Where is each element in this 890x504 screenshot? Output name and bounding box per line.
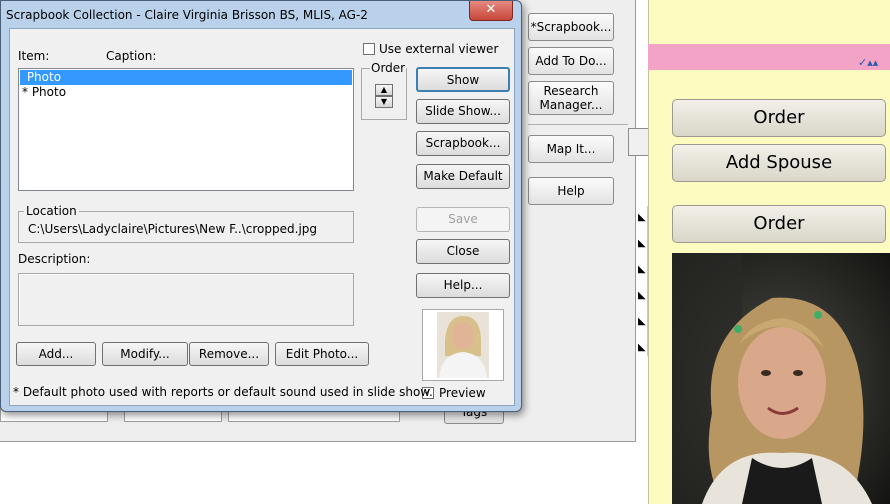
list-item[interactable]: * Photo (20, 85, 352, 100)
portrait-image (672, 253, 890, 504)
scrapbook-button[interactable]: Scrapbook... (416, 131, 510, 156)
edit-photo-button[interactable]: Edit Photo... (275, 342, 369, 366)
bg-research-manager-button[interactable]: Research Manager... (528, 81, 614, 115)
list-item-text: Photo (23, 70, 62, 84)
scrapbook-dialog: Scrapbook Collection - Claire Virginia B… (0, 0, 522, 412)
order-button-2[interactable]: Order (672, 205, 886, 243)
order-down-button[interactable]: ▼ (375, 96, 393, 108)
list-item-selected[interactable]: Photo (20, 70, 352, 85)
help-button[interactable]: Help... (416, 273, 510, 298)
portrait-photo (672, 253, 890, 504)
bg-small-box (628, 128, 650, 156)
add-spouse-button[interactable]: Add Spouse (672, 144, 886, 182)
make-default-button[interactable]: Make Default (416, 164, 510, 189)
bg-divider (528, 124, 628, 125)
down-arrow-icon: ▼ (380, 97, 388, 106)
slide-show-button[interactable]: Slide Show... (416, 99, 510, 124)
checkmark-icon: ✓▴▴ (858, 56, 879, 69)
close-button[interactable]: Close (416, 239, 510, 264)
order-1-label: Order (753, 107, 805, 128)
tick-icon: ◣ (638, 290, 646, 301)
order-button-1[interactable]: Order (672, 99, 886, 137)
save-button[interactable]: Save (416, 207, 510, 232)
pink-bar (648, 44, 890, 70)
preview-image (437, 312, 489, 378)
tick-icon: ◣ (638, 212, 646, 223)
add-spouse-label: Add Spouse (725, 152, 833, 173)
remove-button[interactable]: Remove... (189, 342, 269, 366)
bg-scrapbook-button[interactable]: *Scrapbook... (528, 13, 614, 41)
up-arrow-icon: ▲ (380, 85, 388, 94)
order-up-button[interactable]: ▲ (375, 84, 393, 96)
close-icon[interactable]: ✕ (469, 1, 513, 21)
list-item-text: * Photo (22, 85, 67, 99)
bg-map-it-button[interactable]: Map It... (528, 135, 614, 163)
item-header: Item: (18, 49, 50, 63)
items-list[interactable]: Photo * Photo (18, 68, 354, 191)
bg-research-line1: Research (543, 84, 599, 98)
bg-help-button[interactable]: Help (528, 177, 614, 205)
dialog-client-area: Item: Caption: Photo * Photo Use externa… (9, 28, 515, 406)
order-group-label: Order (370, 61, 407, 75)
caption-header: Caption: (106, 49, 157, 63)
bg-add-todo-button[interactable]: Add To Do... (528, 47, 614, 75)
add-button[interactable]: Add... (16, 342, 96, 366)
tick-icon: ◣ (638, 238, 646, 249)
modify-button[interactable]: Modify... (102, 342, 188, 366)
bg-list-column (636, 206, 648, 356)
description-field[interactable] (18, 273, 354, 326)
dialog-title: Scrapbook Collection - Claire Virginia B… (6, 8, 368, 22)
tick-icon: ◣ (638, 264, 646, 275)
tick-icon: ◣ (638, 342, 646, 353)
tick-icon: ◣ (638, 316, 646, 327)
location-value: C:\Users\Ladyclaire\Pictures\New F..\cro… (28, 222, 318, 236)
use-external-viewer-label: Use external viewer (379, 42, 499, 56)
footnote: * Default photo used with reports or def… (13, 385, 433, 399)
bg-research-line2: Manager... (539, 98, 603, 112)
description-label: Description: (18, 252, 91, 266)
order-2-label: Order (753, 213, 805, 234)
preview-label: Preview (439, 386, 486, 400)
use-external-viewer-checkbox[interactable] (363, 43, 375, 55)
show-button[interactable]: Show (416, 67, 510, 92)
preview-thumbnail (422, 309, 504, 381)
location-label: Location (24, 204, 79, 218)
